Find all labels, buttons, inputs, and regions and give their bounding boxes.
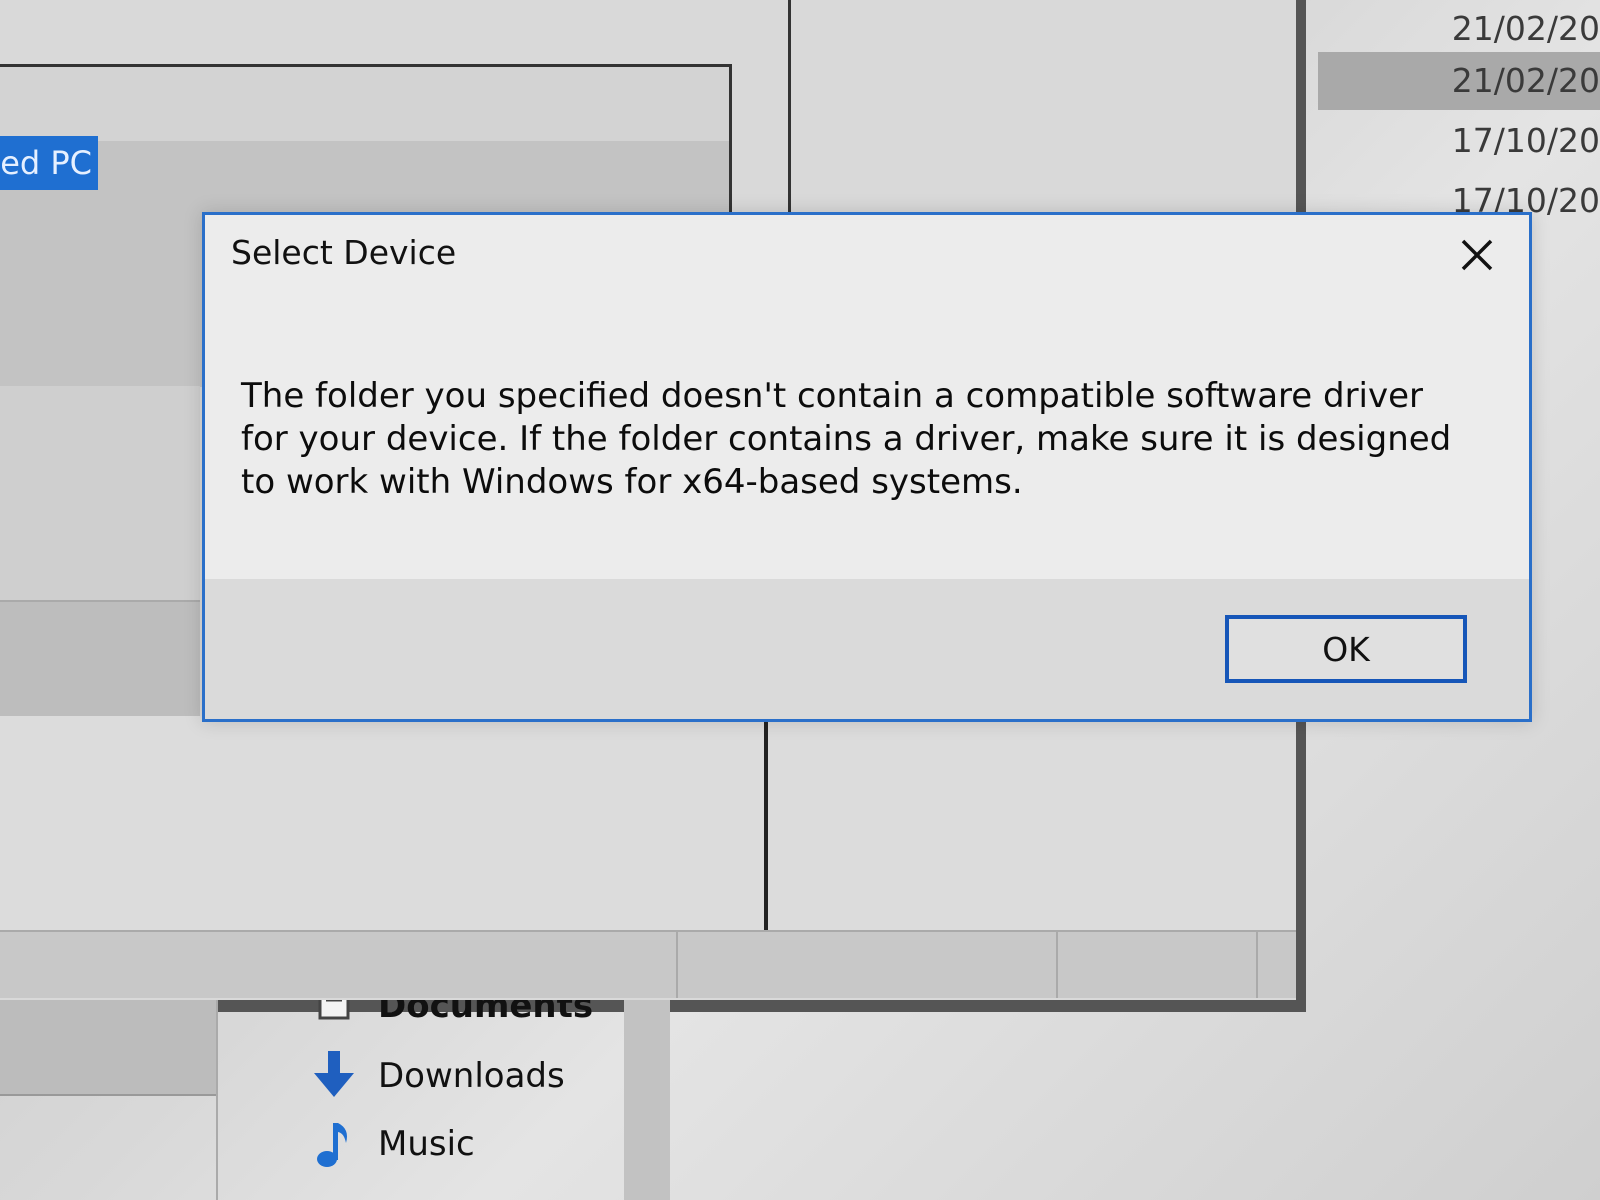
close-button[interactable] xyxy=(1445,229,1509,285)
nav-item-label: Documents xyxy=(378,1000,594,1026)
select-device-dialog: Select Device The folder you specified d… xyxy=(202,212,1532,722)
downloads-icon xyxy=(310,1050,358,1102)
nav-item-label: Music xyxy=(378,1124,475,1164)
date-cell-selected[interactable]: 21/02/20 xyxy=(1318,52,1600,110)
date-cell[interactable]: 21/02/20 xyxy=(1318,0,1600,58)
ok-button[interactable]: OK xyxy=(1225,615,1467,683)
nav-item-downloads[interactable]: Downloads xyxy=(310,1046,565,1106)
close-icon xyxy=(1460,238,1494,276)
background-lower-panel xyxy=(0,716,1296,930)
status-bar xyxy=(0,930,1296,998)
nav-item-music[interactable]: Music xyxy=(310,1114,475,1174)
navigation-pane: Documents Downloads Music xyxy=(0,1000,1600,1200)
date-modified-column: 21/02/20 21/02/20 17/10/20 17/10/20 xyxy=(1318,0,1600,230)
dialog-message: The folder you specified doesn't contain… xyxy=(241,376,1452,502)
dialog-footer: OK xyxy=(205,579,1529,719)
nav-item-documents[interactable]: Documents xyxy=(310,1000,593,1026)
date-cell[interactable]: 17/10/20 xyxy=(1318,112,1600,170)
dialog-title: Select Device xyxy=(231,233,457,272)
column-divider xyxy=(788,0,791,214)
selected-list-item[interactable]: ed PC xyxy=(0,136,98,190)
music-icon xyxy=(310,1118,358,1170)
nav-item-label: Downloads xyxy=(378,1056,565,1096)
background-left-strip xyxy=(0,386,200,718)
column-divider xyxy=(764,716,768,930)
screen: ed PC 21/02/20 21/02/20 17/10/20 17/10/2… xyxy=(0,0,1600,1200)
documents-icon xyxy=(310,1000,358,1026)
